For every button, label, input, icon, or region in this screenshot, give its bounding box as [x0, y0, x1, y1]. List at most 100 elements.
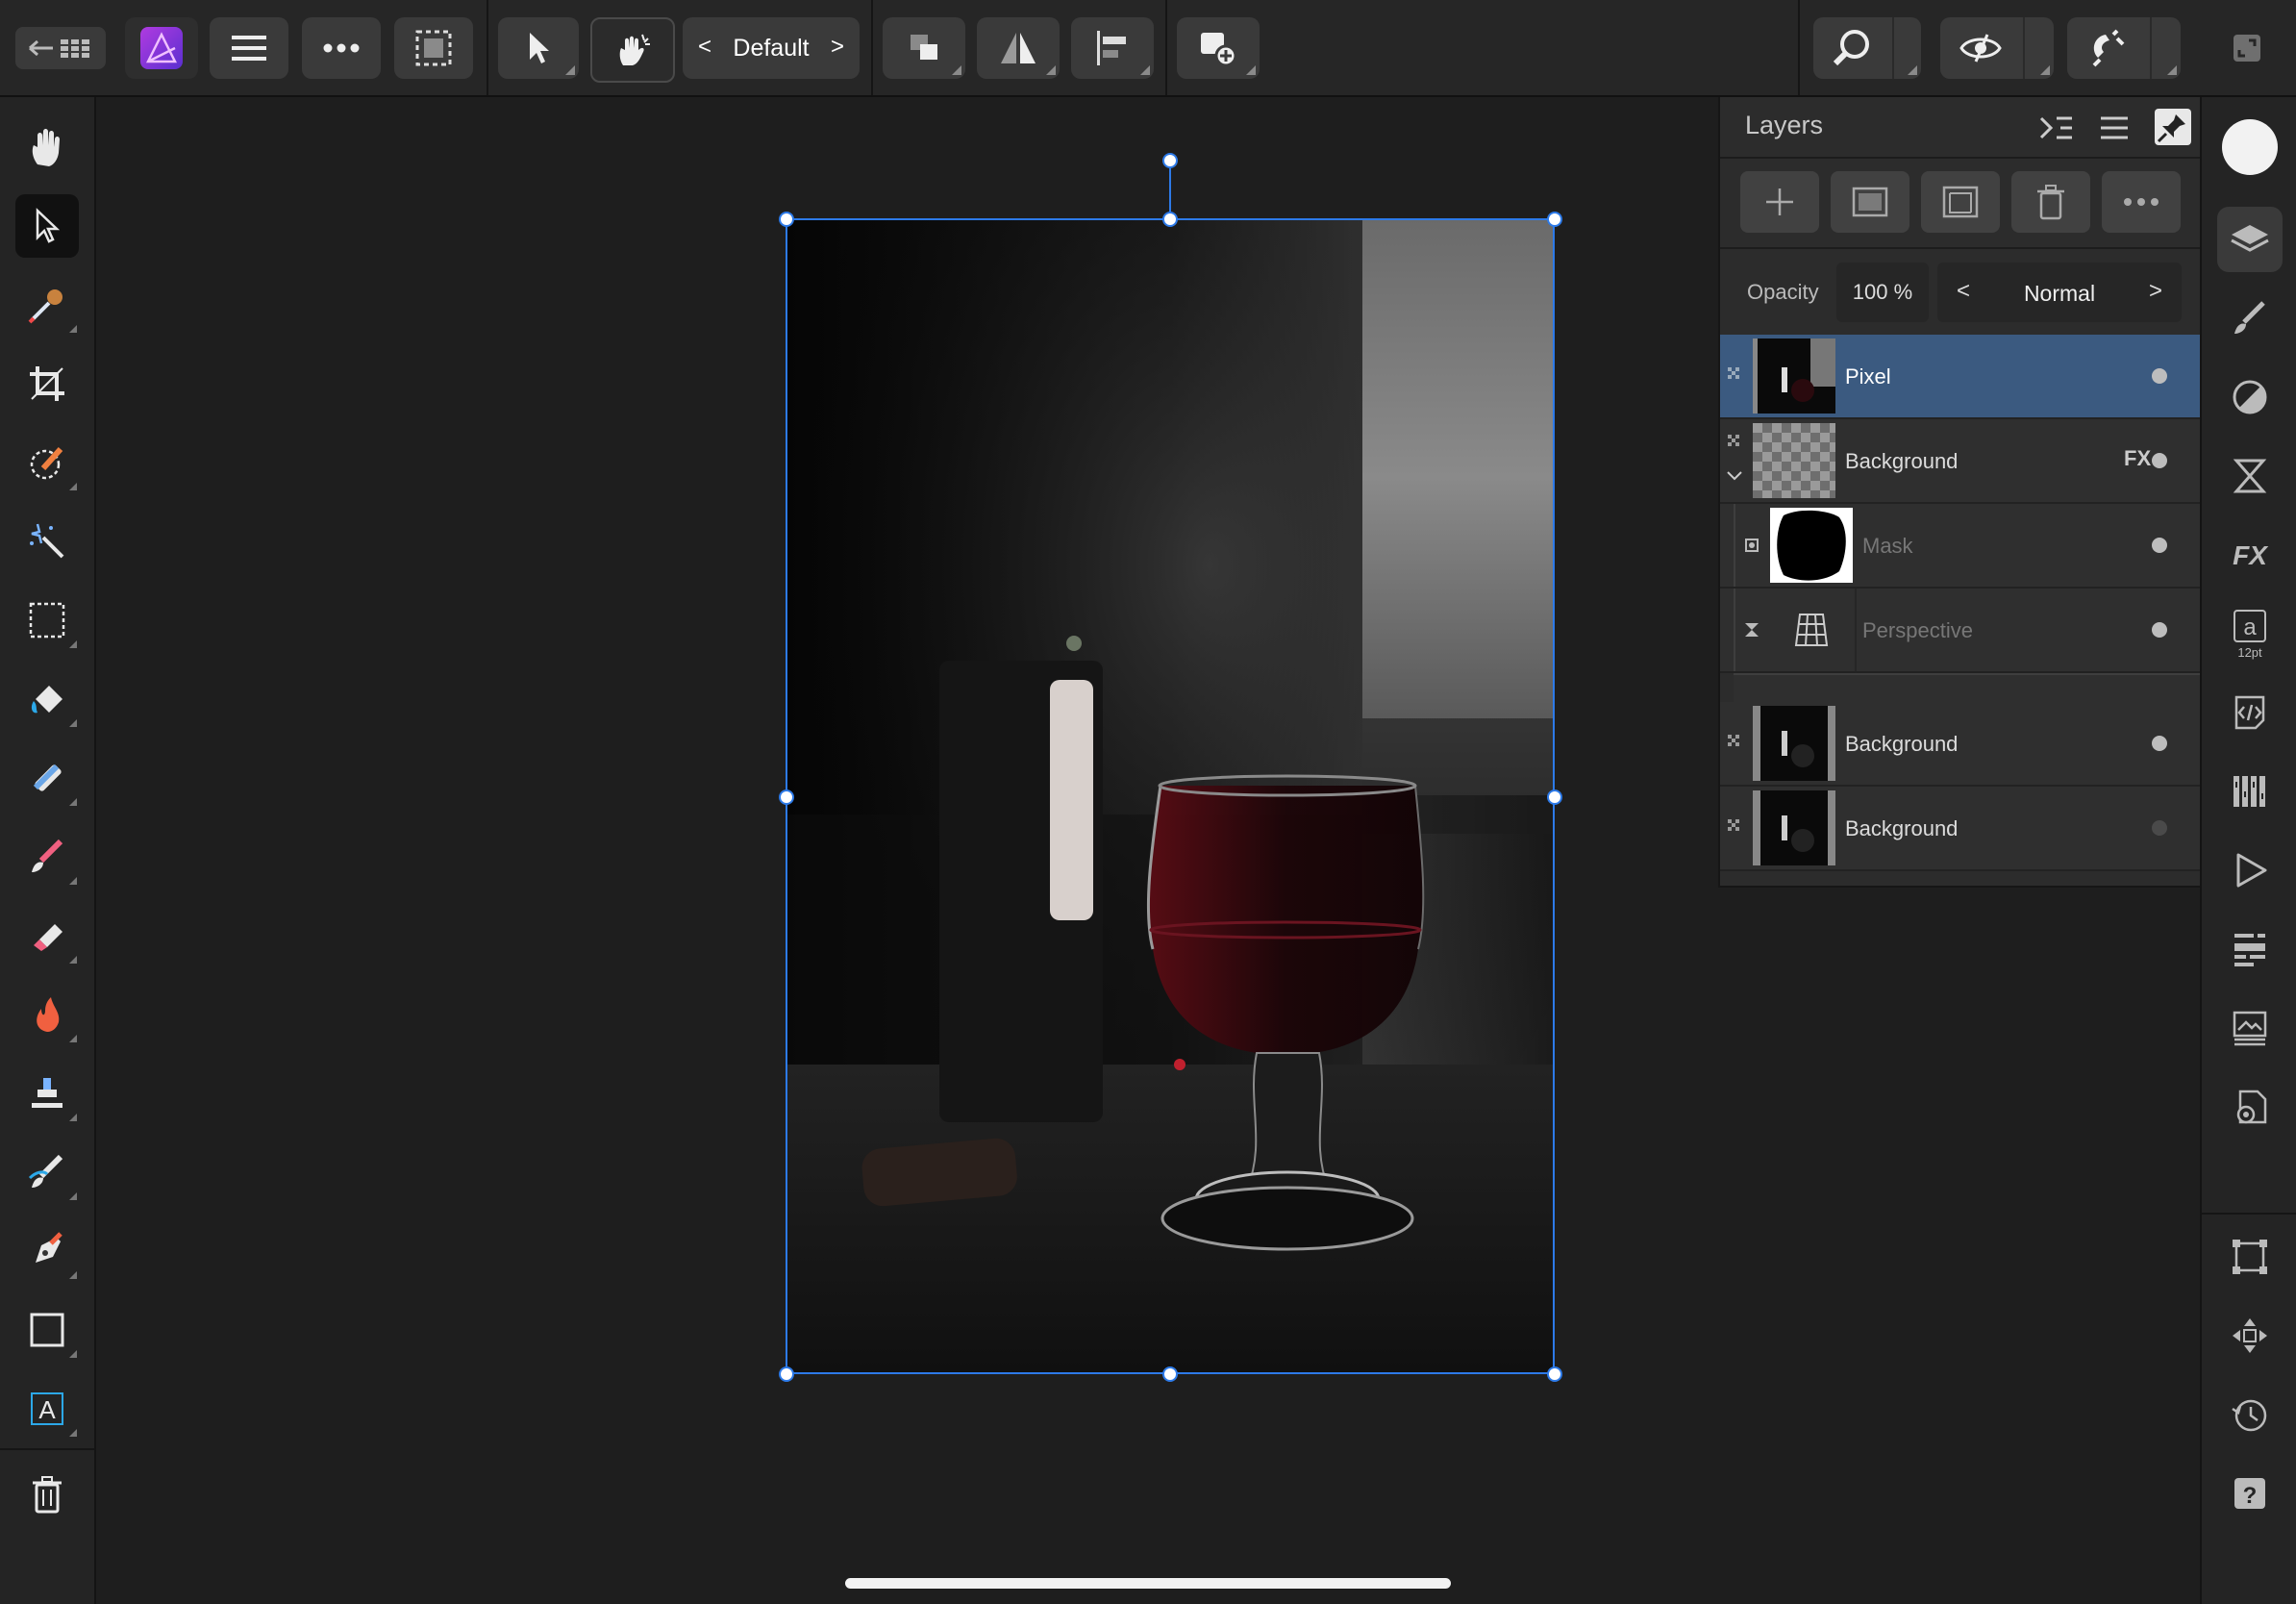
- adjustments-studio-button[interactable]: [2217, 364, 2283, 430]
- pen-tool[interactable]: [15, 1219, 79, 1283]
- delete-button[interactable]: [15, 1463, 79, 1526]
- panel-menu-button[interactable]: [2097, 111, 2135, 145]
- collapse-panel-button[interactable]: [2037, 111, 2076, 145]
- blend-mode-next[interactable]: >: [2149, 278, 2162, 305]
- layers-studio-button[interactable]: [2217, 207, 2283, 272]
- fx-indicator: FX: [2124, 446, 2152, 470]
- insert-button[interactable]: [1177, 17, 1260, 79]
- arrange-button[interactable]: [883, 17, 965, 79]
- clone-tool[interactable]: [15, 1062, 79, 1125]
- layer-row-background-group[interactable]: Background FX: [1720, 419, 2202, 504]
- layer-visibility-toggle[interactable]: [2152, 453, 2167, 468]
- hand-tool[interactable]: [15, 115, 79, 179]
- eraser-icon: [34, 924, 62, 951]
- resize-handle-right[interactable]: [1547, 789, 1562, 805]
- layer-visibility-toggle[interactable]: [2152, 368, 2167, 384]
- layer-type-icon: [1728, 435, 1741, 448]
- expand-chevron-icon[interactable]: [1726, 469, 1743, 487]
- character-studio-button[interactable]: a 12pt: [2217, 601, 2283, 666]
- navigator-studio-button[interactable]: [2217, 916, 2283, 982]
- selection-brush-tool[interactable]: [15, 431, 79, 494]
- code-studio-button[interactable]: [2217, 680, 2283, 745]
- gradient-tool[interactable]: [15, 746, 79, 810]
- fx-studio-button[interactable]: FX: [2217, 522, 2283, 588]
- layer-visibility-toggle[interactable]: [2152, 538, 2167, 553]
- menu-button[interactable]: [210, 17, 288, 79]
- selection-brush-icon: [30, 446, 63, 480]
- resize-handle-left[interactable]: [779, 789, 794, 805]
- flood-fill-tool[interactable]: [15, 667, 79, 731]
- smudge-tool[interactable]: [15, 1140, 79, 1204]
- collapse-panel-icon: [2039, 116, 2072, 139]
- layer-thumbnail: [1753, 423, 1835, 498]
- resize-handle-top-right[interactable]: [1547, 212, 1562, 227]
- transform-preset-selector[interactable]: < Default >: [683, 17, 860, 79]
- dodge-burn-tool[interactable]: [15, 983, 79, 1046]
- swatches-studio-button[interactable]: [2217, 759, 2283, 824]
- resize-handle-top-left[interactable]: [779, 212, 794, 227]
- persona-button[interactable]: [125, 17, 198, 79]
- resize-handle-bottom-right[interactable]: [1547, 1366, 1562, 1382]
- paint-brush-tool[interactable]: [15, 825, 79, 889]
- crop-tool[interactable]: [15, 352, 79, 415]
- preset-next[interactable]: >: [831, 34, 844, 61]
- resize-handle-bottom-left[interactable]: [779, 1366, 794, 1382]
- layer-row-mask[interactable]: Mask: [1720, 504, 2202, 589]
- delete-layer-button[interactable]: [2011, 171, 2090, 233]
- brushes-studio-button[interactable]: [2217, 286, 2283, 351]
- rectangle-tool[interactable]: [15, 1298, 79, 1362]
- magic-wand-tool[interactable]: [15, 510, 79, 573]
- color-picker-tool[interactable]: [15, 273, 79, 337]
- eraser-tool[interactable]: [15, 904, 79, 967]
- opacity-field[interactable]: 100 %: [1836, 263, 1929, 322]
- help-button[interactable]: ?: [2217, 1461, 2283, 1526]
- view-mode-button[interactable]: [1940, 17, 2054, 79]
- gesture-button[interactable]: [590, 17, 675, 83]
- gesture-icon: [619, 34, 650, 65]
- home-indicator[interactable]: [845, 1578, 1451, 1589]
- studio-bar: FX a 12pt ?: [2200, 97, 2296, 1604]
- zoom-button[interactable]: [1813, 17, 1921, 79]
- move-tool-button[interactable]: [498, 17, 579, 79]
- group-layers-button[interactable]: [1921, 171, 2000, 233]
- blend-mode-selector[interactable]: < Normal >: [1937, 263, 2182, 322]
- export-settings-studio-button[interactable]: [2217, 1074, 2283, 1140]
- document-image[interactable]: [786, 218, 1555, 1374]
- live-filters-studio-button[interactable]: [2217, 443, 2283, 509]
- resize-handle-bottom[interactable]: [1162, 1366, 1178, 1382]
- full-screen-button[interactable]: [2223, 27, 2271, 69]
- transform-studio-button[interactable]: [2217, 1224, 2283, 1290]
- marquee-tool[interactable]: [15, 589, 79, 652]
- layer-visibility-toggle[interactable]: [2152, 820, 2167, 836]
- more-icon: [2124, 198, 2159, 206]
- more-button[interactable]: [302, 17, 381, 79]
- layer-options-button[interactable]: [2102, 171, 2181, 233]
- layer-row-pixel[interactable]: Pixel: [1720, 335, 2202, 419]
- resize-handle-top[interactable]: [1162, 212, 1178, 227]
- pin-panel-button[interactable]: [2155, 109, 2191, 145]
- brushes-icon: [2234, 301, 2265, 334]
- svg-text:FX: FX: [2233, 540, 2269, 570]
- macro-studio-button[interactable]: [2217, 838, 2283, 903]
- layer-visibility-toggle[interactable]: [2152, 622, 2167, 638]
- layer-row-background-2[interactable]: Background: [1720, 702, 2202, 787]
- move-tool[interactable]: [15, 194, 79, 258]
- move-studio-button[interactable]: [2217, 1303, 2283, 1368]
- channels-studio-button[interactable]: [2217, 995, 2283, 1061]
- preset-prev[interactable]: <: [698, 34, 711, 61]
- affinity-photo-logo: [140, 27, 183, 69]
- align-button[interactable]: [1071, 17, 1154, 79]
- add-layer-button[interactable]: [1740, 171, 1819, 233]
- text-tool[interactable]: A: [15, 1377, 79, 1441]
- snapping-button[interactable]: [2067, 17, 2181, 79]
- layer-visibility-toggle[interactable]: [2152, 736, 2167, 751]
- add-mask-button[interactable]: [1831, 171, 1909, 233]
- color-studio-button[interactable]: [2217, 114, 2283, 180]
- back-to-gallery-button[interactable]: [15, 27, 106, 69]
- rotation-handle[interactable]: [1162, 153, 1178, 168]
- selection-button[interactable]: [394, 17, 473, 79]
- history-studio-button[interactable]: [2217, 1382, 2283, 1447]
- layer-row-perspective[interactable]: Perspective: [1720, 589, 2202, 673]
- flip-button[interactable]: [977, 17, 1060, 79]
- layer-row-background-3[interactable]: Background: [1720, 787, 2202, 871]
